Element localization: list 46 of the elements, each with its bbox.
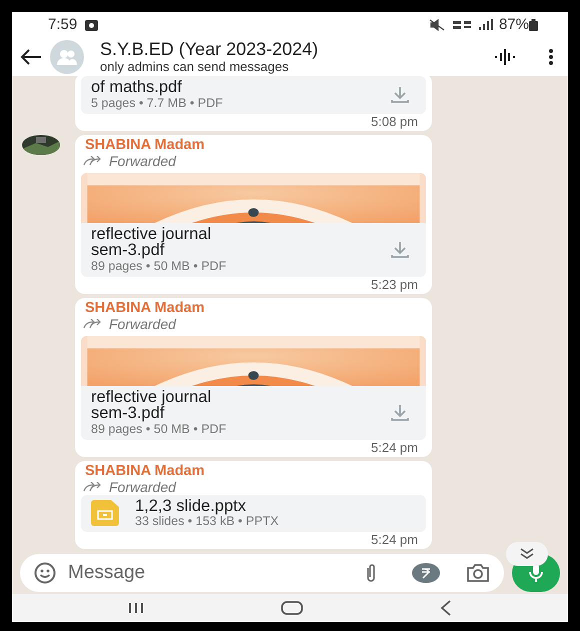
message-time: 5:08 pm xyxy=(370,114,419,128)
file-name[interactable]: reflective journal sem-3.pdf xyxy=(91,388,246,422)
forwarded-label: Forwarded xyxy=(109,152,176,168)
message-time: 5:23 pm xyxy=(370,278,419,292)
download-icon xyxy=(390,85,410,104)
file-details: 5 pages • 7.7 MB • PDF xyxy=(91,96,224,110)
back-icon xyxy=(20,49,42,65)
download-icon xyxy=(390,403,410,421)
message-field[interactable]: Message xyxy=(66,558,354,588)
emoji-icon xyxy=(34,562,56,584)
message-time: 5:24 pm xyxy=(370,440,419,454)
microphone-icon xyxy=(529,563,543,583)
message-bar[interactable]: Message xyxy=(20,554,504,592)
file-name[interactable]: 1,2,3 slide.pptx xyxy=(135,498,418,514)
forwarded-label: Forwarded xyxy=(109,316,176,332)
file-details: 89 pages • 50 MB • PDF xyxy=(91,258,228,272)
forwarded-icon xyxy=(83,318,101,328)
more-options-icon[interactable] xyxy=(548,49,554,65)
file-name[interactable]: reflective journal sem-3.pdf xyxy=(91,226,246,258)
battery-icon xyxy=(529,19,538,31)
scroll-down-button[interactable] xyxy=(506,542,548,566)
group-subtitle: only admins can send messages xyxy=(100,60,289,74)
camera-icon[interactable] xyxy=(466,563,490,583)
double-chevron-icon xyxy=(520,548,534,560)
file-details: 89 pages • 50 MB • PDF xyxy=(91,422,228,436)
mute-icon xyxy=(428,19,445,31)
voice-chat-icon[interactable] xyxy=(494,49,516,65)
recent-apps-icon[interactable] xyxy=(128,602,144,614)
notification-icon xyxy=(85,20,98,30)
rupee-payment-icon[interactable] xyxy=(412,563,440,583)
back-icon[interactable] xyxy=(440,600,452,616)
download-icon xyxy=(390,240,410,258)
attach-icon[interactable] xyxy=(364,563,378,583)
battery-percent: 87% xyxy=(498,14,529,35)
group-title[interactable]: S.Y.B.ED (Year 2023-2024) xyxy=(100,40,486,60)
forwarded-icon xyxy=(83,156,101,166)
back-button[interactable] xyxy=(20,49,42,65)
forwarded-icon xyxy=(83,482,101,492)
message-time: 5:24 pm xyxy=(370,533,419,547)
slides-file-icon xyxy=(91,500,119,526)
file-details: 33 slides • 153 kB • PPTX xyxy=(135,514,280,528)
home-icon[interactable] xyxy=(280,601,303,615)
status-time: 7:59 xyxy=(48,14,78,35)
file-name[interactable]: of maths.pdf xyxy=(91,79,246,96)
forwarded-label: Forwarded xyxy=(109,478,176,494)
signal-icon xyxy=(452,19,495,31)
